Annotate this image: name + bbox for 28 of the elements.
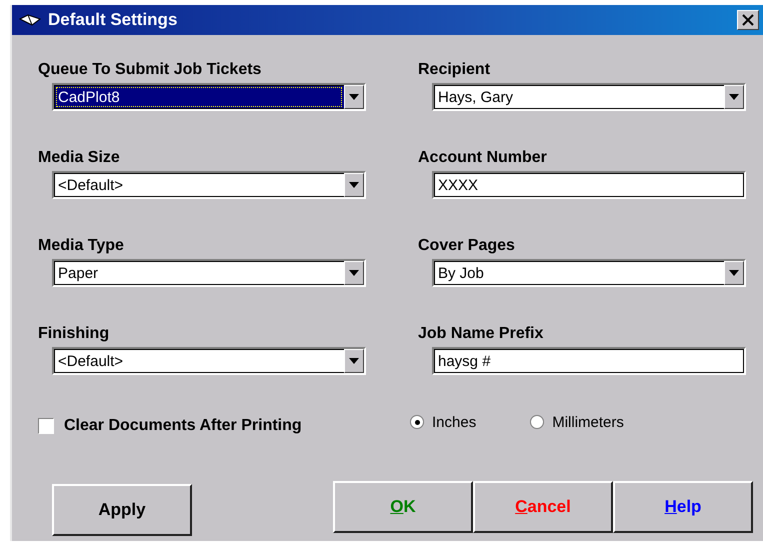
- radio-label: Millimeters: [552, 414, 624, 430]
- checkbox[interactable]: [38, 418, 54, 434]
- close-icon[interactable]: [742, 14, 754, 26]
- apply-button[interactable]: Apply: [52, 484, 192, 536]
- dropdown[interactable]: Paper: [52, 259, 366, 287]
- close-button[interactable]: [737, 10, 759, 30]
- field-label: Media Size: [38, 149, 121, 168]
- field-label: Job Name Prefix: [418, 325, 544, 344]
- dropdown[interactable]: By Job: [432, 259, 746, 287]
- field-label: Account Number: [418, 149, 548, 168]
- radio-button[interactable]: [410, 415, 424, 429]
- field-label: Media Type: [38, 237, 125, 256]
- dialog-button[interactable]: Help: [613, 481, 753, 533]
- input-field[interactable]: haysg #: [432, 347, 746, 375]
- checkbox-label: Clear Documents After Printing: [64, 417, 302, 435]
- radio-button[interactable]: [530, 415, 544, 429]
- dropdown[interactable]: <Default>: [52, 347, 366, 375]
- field-label: Queue To Submit Job Tickets: [38, 61, 262, 80]
- radio-label: Inches: [432, 414, 476, 430]
- book-icon: [18, 13, 42, 27]
- dropdown[interactable]: Hays, Gary: [432, 83, 746, 111]
- dropdown[interactable]: CadPlot8: [52, 83, 366, 111]
- field-label: Cover Pages: [418, 237, 516, 256]
- dropdown[interactable]: <Default>: [52, 171, 366, 199]
- field-label: Recipient: [418, 61, 492, 80]
- window-title: Default Settings: [48, 10, 178, 30]
- field-label: Finishing: [38, 325, 110, 344]
- input-field[interactable]: XXXX: [432, 171, 746, 199]
